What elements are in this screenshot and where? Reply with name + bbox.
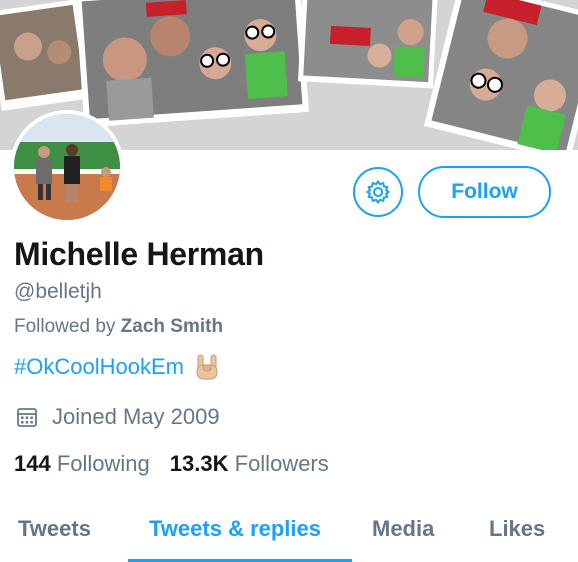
calendar-icon	[17, 408, 37, 427]
followed-by-user[interactable]: Zach Smith	[121, 316, 223, 337]
profile-tabs: Tweets Tweets & replies Media Likes	[0, 500, 578, 562]
profile-bio: #OkCoolHookEm	[14, 353, 220, 381]
followers-label: Followers	[234, 451, 329, 476]
followed-by: Followed by Zach Smith	[14, 316, 223, 338]
profile-avatar[interactable]	[10, 110, 124, 224]
following-stat[interactable]: 144 Following	[14, 451, 150, 477]
avatar-photo	[14, 114, 120, 220]
user-handle: @belletjh	[14, 280, 102, 303]
followers-count: 13.3K	[169, 451, 229, 476]
follow-button-label: Follow	[451, 180, 518, 203]
followed-by-prefix: Followed by	[14, 316, 116, 337]
joined-date: Joined May 2009	[16, 404, 220, 430]
follow-button[interactable]: Follow	[418, 166, 551, 218]
followers-stat[interactable]: 13.3K Followers	[170, 451, 329, 477]
following-label: Following	[56, 451, 150, 476]
bio-hashtag-link[interactable]: #OkCoolHookEm	[14, 354, 184, 380]
tab-likes[interactable]: Likes	[489, 516, 545, 542]
display-name: Michelle Herman	[14, 236, 264, 272]
settings-button[interactable]	[353, 167, 403, 217]
joined-date-text: Joined May 2009	[52, 404, 220, 429]
following-count: 144	[14, 451, 51, 476]
tab-tweets[interactable]: Tweets	[18, 516, 91, 542]
tab-tweets-and-replies[interactable]: Tweets & replies	[149, 516, 321, 542]
rock-on-hand-emoji	[196, 354, 218, 380]
follow-stats: 144 Following 13.3K Followers	[14, 451, 329, 477]
gear-icon	[365, 179, 391, 205]
tab-media[interactable]: Media	[372, 516, 434, 542]
